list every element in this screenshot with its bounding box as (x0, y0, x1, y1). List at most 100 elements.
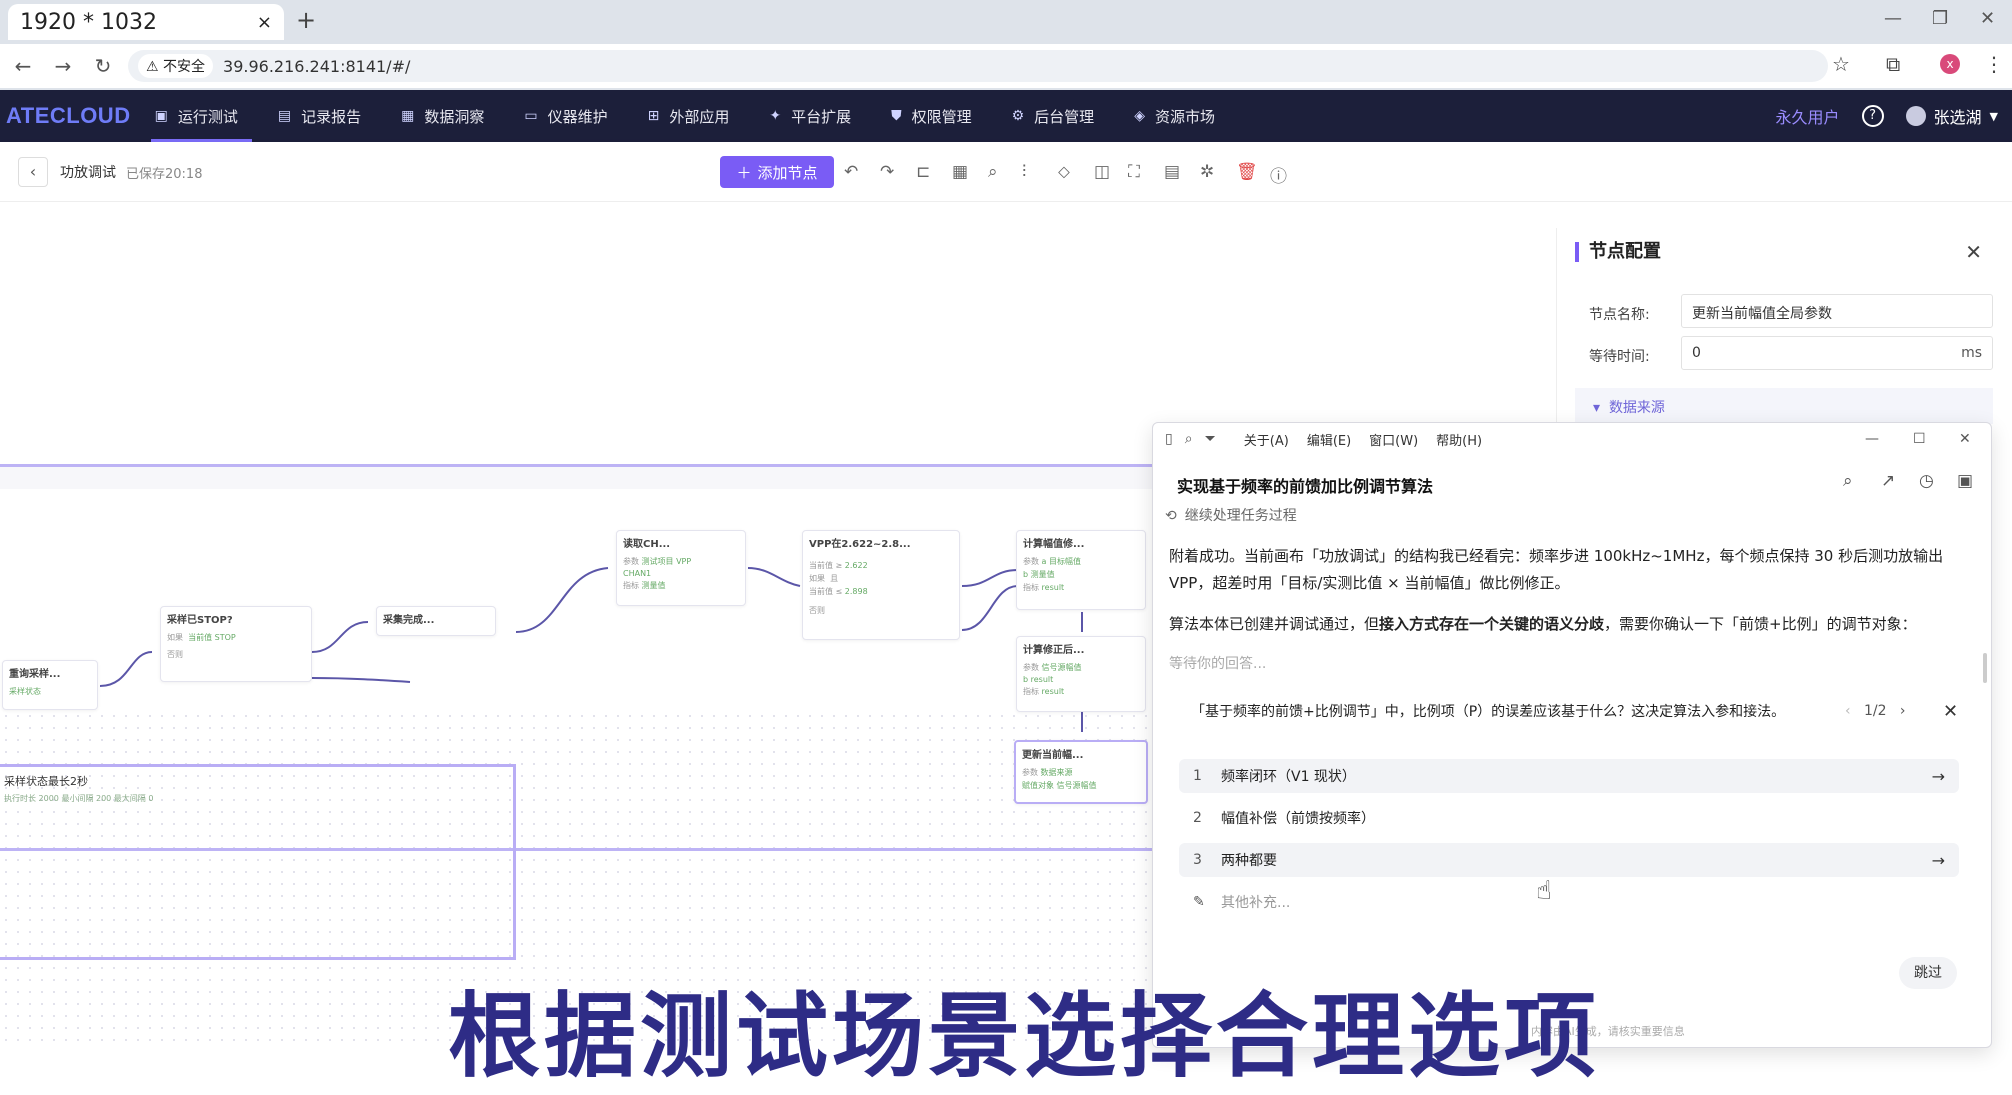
nav-instrument[interactable]: ▭ 仪器维护 (524, 90, 607, 142)
question-pager: ‹ 1/2 › (1845, 703, 1905, 719)
node-calc-after[interactable]: 计算修正后... 参数 信号源幅值 b result 指标 result (1016, 636, 1146, 712)
minimize-icon[interactable]: — (1865, 431, 1879, 447)
close-icon[interactable]: ✕ (1943, 701, 1958, 722)
data-source-section[interactable]: ▾ 数据来源 (1575, 388, 1993, 424)
document-icon[interactable]: ▤ (1164, 162, 1180, 182)
sidebar-icon[interactable]: ▯ (1165, 431, 1173, 447)
user-type-label[interactable]: 永久用户 (1776, 104, 1840, 128)
search-icon[interactable]: ⌕ (988, 162, 998, 182)
option-other[interactable]: ✎ 其他补充... (1179, 885, 1959, 919)
branch-icon[interactable]: ⊏ (916, 162, 930, 182)
node-requery[interactable]: 重询采样... 采样状态 (2, 660, 98, 710)
option-3[interactable]: 3 两种都要 → (1179, 843, 1959, 877)
user-menu[interactable]: 张选湖 ▼ (1905, 104, 1998, 128)
node-row: 如果 且 (809, 574, 839, 583)
nav-admin[interactable]: ⚙ 后台管理 (1012, 90, 1095, 142)
maximize-icon[interactable]: ☐ (1913, 431, 1926, 447)
nav-market[interactable]: ◈ 资源市场 (1134, 90, 1215, 142)
search-icon[interactable]: ⌕ (1843, 471, 1853, 491)
node-name-field[interactable]: 更新当前幅值全局参数 (1681, 294, 1993, 328)
forward-icon[interactable]: → (46, 54, 80, 78)
skip-button[interactable]: 跳过 (1899, 957, 1957, 989)
debug-icon[interactable]: ✲ (1200, 162, 1214, 182)
loop-group[interactable]: 采样状态最长2秒 执行时长 2000 最小间隔 200 最大间隔 0 (0, 764, 516, 960)
nav-permission[interactable]: ⛊ 权限管理 (891, 90, 972, 142)
menu-window[interactable]: 窗口(W) (1369, 430, 1418, 449)
wait-time-field[interactable]: 0 ms (1681, 336, 1993, 370)
adjust-icon[interactable]: ⫶ (1022, 162, 1026, 182)
close-icon[interactable]: ✕ (1965, 240, 1982, 264)
pencil-icon: ✎ (1193, 894, 1205, 910)
panel-toggle-icon[interactable]: ▣ (1957, 471, 1973, 491)
node-stop-check[interactable]: 采样已STOP? 如果 当前值 STOP 否则 (160, 606, 312, 682)
nav-report[interactable]: ▤ 记录报告 (278, 90, 361, 142)
app-logo[interactable]: ATECLOUD (6, 103, 131, 129)
close-window-icon[interactable]: ✕ (1980, 8, 1995, 29)
menu-edit[interactable]: 编辑(E) (1307, 430, 1351, 449)
new-tab-button[interactable]: + (296, 6, 316, 34)
undo-icon[interactable]: ↶ (844, 162, 858, 182)
search-icon[interactable]: ⌕ (1185, 431, 1193, 447)
filter-icon[interactable]: ⏷ (1205, 431, 1216, 447)
username: 张选湖 (1933, 108, 1982, 127)
nav-run-test[interactable]: ▣ 运行测试 (150, 90, 253, 142)
option-1[interactable]: 1 频率闭环（V1 现状） → (1179, 759, 1959, 793)
chevron-down-icon: ▼ (1989, 109, 1998, 123)
node-row: 指标 result (1023, 687, 1065, 696)
editor-toolbar: ‹ 功放调试 已保存20:18 ＋添加节点 ↶ ↷ ⊏ ▦ ⌕ ⫶ ⬦ ◫ ⛶ … (0, 142, 2012, 202)
tab-close-icon[interactable]: × (257, 12, 272, 33)
node-update-current[interactable]: 更新当前幅... 参数 数据来源 赋值对象 信号源幅值 (1014, 740, 1148, 804)
nav-extension[interactable]: ✦ 平台扩展 (769, 90, 851, 142)
browser-tab[interactable]: 1920 * 1032 × (8, 4, 284, 40)
security-badge[interactable]: ⚠ 不安全 (138, 54, 214, 78)
option-number: 3 (1193, 852, 1202, 868)
fullscreen-icon[interactable]: ⛶ (1128, 162, 1140, 182)
node-sample-done[interactable]: 采集完成... (376, 606, 496, 636)
caret-down-icon: ▾ (1593, 400, 1601, 416)
add-node-button[interactable]: ＋ 添加节点 (720, 156, 834, 188)
history-icon[interactable]: ◷ (1919, 471, 1934, 491)
extensions-icon[interactable]: ⧉ (1886, 52, 1900, 76)
node-row: 否则 (809, 606, 825, 615)
back-button[interactable]: ‹ (18, 157, 48, 187)
node-vpp-check[interactable]: VPP在2.622~2.8... 当前值 ≥ 2.622 如果 且 当前值 ≤ … (802, 530, 960, 640)
close-window-icon[interactable]: ✕ (1959, 431, 1971, 447)
minimize-icon[interactable]: — (1884, 8, 1902, 29)
url-field[interactable]: ⚠ 不安全 39.96.216.241:8141/#/ (128, 50, 1828, 82)
layout-icon[interactable]: ▦ (952, 162, 968, 182)
menu-help[interactable]: 帮助(H) (1436, 430, 1482, 449)
nav-label: 仪器维护 (547, 107, 608, 126)
chevron-right-icon[interactable]: › (1900, 703, 1906, 719)
browser-menu-icon[interactable]: ⋮ (1984, 52, 2004, 76)
reload-icon[interactable]: ↻ (86, 54, 120, 78)
admin-icon: ⚙ (1011, 108, 1025, 124)
node-row: b result (1023, 675, 1054, 684)
nav-insight[interactable]: ▦ 数据洞察 (401, 90, 484, 142)
panel-title: 节点配置 (1575, 242, 1661, 262)
back-icon[interactable]: ← (6, 54, 40, 78)
profile-avatar[interactable]: x (1940, 54, 1960, 74)
process-status[interactable]: ⟲ 继续处理任务过程 (1165, 505, 1297, 525)
scrollbar[interactable] (1983, 653, 1987, 683)
assistant-window: ▯ ⌕ ⏷ 关于(A) 编辑(E) 窗口(W) 帮助(H) — ☐ ✕ 实现基于… (1152, 422, 1992, 1048)
bookmark-star-icon[interactable]: ☆ (1832, 52, 1850, 76)
restore-icon[interactable]: ❐ (1932, 8, 1948, 29)
share-icon[interactable]: ↗ (1881, 471, 1895, 491)
option-2[interactable]: 2 幅值补偿（前馈按频率） (1179, 801, 1959, 835)
node-name-value: 更新当前幅值全局参数 (1692, 306, 1832, 322)
help-icon[interactable]: ? (1861, 105, 1884, 127)
group-params: 执行时长 2000 最小间隔 200 最大间隔 0 (4, 794, 154, 803)
redo-icon[interactable]: ↷ (880, 162, 894, 182)
chevron-left-icon[interactable]: ‹ (1845, 703, 1851, 719)
tag-icon[interactable]: ⬦ (1058, 162, 1070, 182)
option-number: 2 (1193, 810, 1202, 826)
node-calc-amp[interactable]: 计算幅值修... 参数 a 目标幅值 b 测量值 指标 result (1016, 530, 1146, 610)
node-row: CHAN1 (623, 569, 652, 578)
frame-icon[interactable]: ◫ (1094, 162, 1110, 182)
node-read-ch[interactable]: 读取CH... 参数 测试项目 VPP CHAN1 指标 测量值 (616, 530, 746, 606)
menu-about[interactable]: 关于(A) (1244, 430, 1289, 449)
permission-icon: ⛊ (891, 108, 902, 124)
help-circle-icon[interactable]: ⓘ (1270, 162, 1287, 187)
nav-apps[interactable]: ⊞ 外部应用 (648, 90, 730, 142)
delete-icon[interactable]: 🗑 (1236, 162, 1258, 182)
